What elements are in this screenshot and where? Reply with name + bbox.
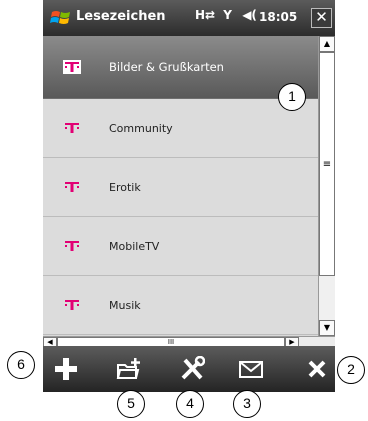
signal-icon: Y [223,8,232,22]
callout-number: 2 [337,356,365,384]
list-item-label: Bilder & Grußkarten [109,60,224,74]
telekom-logo-icon [63,60,81,74]
scroll-down-icon[interactable]: ▼ [319,320,335,336]
add-icon[interactable] [53,356,79,382]
list-item-label: MobileTV [109,239,160,253]
settings-tools-icon[interactable] [179,356,205,382]
telekom-logo-icon [65,300,79,310]
volume-icon: ◀( [242,8,257,22]
callout-number: 1 [278,83,306,111]
windows-start-icon[interactable] [50,7,72,29]
callout-number: 6 [7,351,35,379]
clock: 18:05 [259,10,298,24]
callout-number: 5 [117,390,145,418]
title-bar: Lesezeichen H⇄ Y ◀( 18:05 ✕ [43,0,335,36]
callout-number: 4 [176,390,204,418]
status-icons: H⇄ Y ◀( [195,8,257,22]
list-item[interactable]: Community [43,99,318,158]
app-title: Lesezeichen [76,9,166,24]
callout-number: 3 [233,390,261,418]
list-item[interactable]: Bilder & Grußkarten [43,36,318,99]
scroll-thumb[interactable]: ≡ [319,52,335,276]
bookmark-list: Bilder & Grußkarten Community Erotik Mob… [43,36,318,336]
close-icon[interactable]: ✕ [311,8,332,28]
list-item[interactable]: MobileTV [43,217,318,276]
telekom-logo-icon [65,241,79,251]
device-screen: Lesezeichen H⇄ Y ◀( 18:05 ✕ Bilder & Gru… [43,0,335,347]
vertical-scrollbar[interactable]: ▲ ≡ ▼ [318,36,335,336]
list-item[interactable]: Erotik [43,158,318,217]
list-item-label: Musik [109,298,141,312]
horizontal-scrollbar[interactable]: ◀ III ▶ [43,336,335,347]
delete-icon[interactable] [304,356,330,382]
scroll-up-icon[interactable]: ▲ [319,36,335,52]
list-item[interactable]: Musik [43,276,318,335]
new-folder-icon[interactable] [116,356,142,382]
bottom-toolbar [43,346,335,392]
list-item-label: Erotik [109,180,141,194]
telekom-logo-icon [65,123,79,133]
telekom-logo-icon [65,182,79,192]
mail-icon[interactable] [238,356,264,382]
list-item-label: Community [109,121,173,135]
data-connection-icon: H⇄ [195,8,216,22]
